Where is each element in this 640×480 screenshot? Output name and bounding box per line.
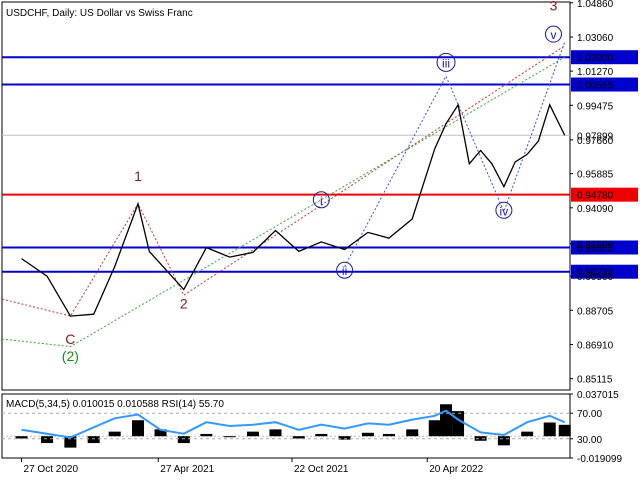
y-tick-label: 1.03060 [577,33,614,44]
y-tick-label: 0.88705 [577,306,614,317]
macd-bar [292,436,305,439]
y-tick-label: 0.85115 [577,375,613,386]
macd-bar [177,436,190,444]
wave-label: C [65,331,75,347]
y-tick-label: 0.92200 [577,240,614,251]
y-tick-label: 1.04860 [577,0,614,10]
sub-y-tick-label: 0.037015 [577,390,619,401]
x-tick-label: 22 Oct 2021 [294,464,349,475]
macd-bar [87,436,100,444]
macd-bar [200,433,213,437]
indicator-label: MACD(5,34,5) 0.010015 0.010588 RSI(14) 5… [6,399,224,410]
y-tick-label: 0.95885 [577,170,614,181]
price-level-label: 1.02000 [577,53,614,64]
y-tick-label: 0.94090 [577,204,614,215]
macd-bar [497,436,510,446]
macd-bar [41,436,54,444]
macd-bar [428,420,441,437]
macd-bar [15,436,28,439]
sub-y-tick-label: 30.00 [577,435,602,446]
price-level-label: 1.00565 [577,81,614,92]
price-level-label: 0.94780 [577,191,614,202]
macd-bar [223,436,236,438]
wave-label: 3 [550,0,558,14]
macd-bar [246,431,259,437]
wave-label: i [320,194,323,208]
x-tick-label: 20 Apr 2022 [429,464,483,475]
chart-svg: 1.020001.005650.978990.947800.920050.907… [0,0,640,480]
sub-y-tick-label: -0.019099 [577,454,622,465]
macd-bar [543,422,556,437]
macd-bar [558,424,571,437]
macd-bar [382,433,395,437]
macd-bar [521,431,534,437]
macd-bar [108,431,121,437]
x-tick-label: 27 Apr 2021 [160,464,214,475]
macd-bar [406,429,419,437]
wave-label: (2) [62,348,79,364]
macd-bar [315,433,328,437]
y-tick-label: 0.86910 [577,340,614,351]
y-tick-label: 0.90500 [577,272,614,283]
wave-label: iv [500,204,509,218]
wave-label: 2 [180,296,188,312]
wave-label: iii [442,56,450,70]
wave-label: ii [342,264,347,278]
macd-bar [452,411,465,437]
chart-title: USDCHF, Daily: US Dollar vs Swiss Franc [6,8,193,19]
wave-label: 1 [134,168,142,184]
macd-bar [269,429,282,437]
y-tick-label: 0.97660 [577,136,614,147]
wave-label: v [550,28,556,42]
x-tick-label: 27 Oct 2020 [24,464,79,475]
macd-bar [131,420,144,437]
y-tick-label: 1.01270 [577,67,614,78]
sub-y-tick-label: 70.00 [577,409,602,420]
y-tick-label: 0.99475 [577,101,614,112]
macd-bar [361,432,374,437]
macd-bar [440,404,453,437]
